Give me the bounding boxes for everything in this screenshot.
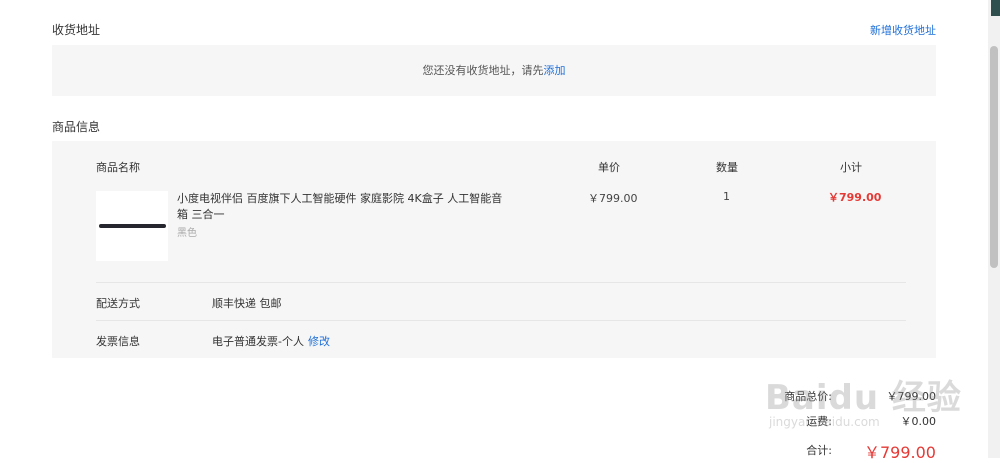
product-title[interactable]: 小度电视伴侣 百度旗下人工智能硬件 家庭影院 4K盒子 人工智能音箱 三合一 bbox=[177, 191, 512, 223]
watermark-logo-text: Baidu 经验 bbox=[765, 378, 962, 418]
corner-tab-icon[interactable] bbox=[991, 0, 1000, 16]
column-header-price: 单价 bbox=[598, 161, 620, 174]
product-variant: 黑色 bbox=[177, 228, 197, 239]
column-header-subtotal: 小计 bbox=[840, 161, 862, 174]
invoice-label: 发票信息 bbox=[96, 335, 140, 348]
column-header-quantity: 数量 bbox=[716, 161, 738, 174]
divider bbox=[96, 282, 906, 283]
invoice-value: 电子普通发票-个人 bbox=[212, 335, 304, 348]
empty-address-text: 您还没有收货地址，请先 bbox=[422, 64, 544, 77]
page-scrollbar[interactable] bbox=[988, 0, 1000, 458]
product-subtotal: ￥799.00 bbox=[828, 191, 882, 204]
scrollbar-thumb[interactable] bbox=[990, 46, 998, 268]
product-quantity: 1 bbox=[723, 190, 730, 203]
goods-section-header: 商品信息 bbox=[52, 118, 936, 138]
add-address-link[interactable]: 新增收货地址 bbox=[870, 22, 936, 38]
watermark-url: jingyan.baidu.com bbox=[769, 415, 880, 429]
address-section-title: 收货地址 bbox=[52, 23, 101, 37]
grand-total-label: 合计: bbox=[806, 444, 832, 457]
empty-address-panel: 您还没有收货地址，请先添加 bbox=[52, 45, 936, 96]
goods-panel: 商品名称 单价 数量 小计 小度电视伴侣 百度旗下人工智能硬件 家庭影院 4K盒… bbox=[52, 141, 936, 358]
baidu-jingyan-watermark: Baidu 经验 jingyan.baidu.com bbox=[765, 370, 962, 429]
address-section-header: 收货地址 新增收货地址 bbox=[52, 21, 936, 41]
delivery-label: 配送方式 bbox=[96, 297, 140, 310]
divider bbox=[96, 320, 906, 321]
product-unit-price: ￥799.00 bbox=[588, 192, 638, 205]
delivery-value: 顺丰快递 包邮 bbox=[212, 297, 282, 310]
goods-section-title: 商品信息 bbox=[52, 120, 101, 134]
grand-total-value: ￥799.00 bbox=[864, 443, 936, 462]
product-image-device bbox=[99, 224, 166, 228]
product-image[interactable] bbox=[96, 191, 168, 261]
invoice-edit-link[interactable]: 修改 bbox=[308, 333, 330, 349]
grand-total-row: 合计: ￥799.00 bbox=[736, 442, 936, 462]
add-address-inline-link[interactable]: 添加 bbox=[544, 64, 566, 77]
column-header-name: 商品名称 bbox=[96, 161, 140, 174]
